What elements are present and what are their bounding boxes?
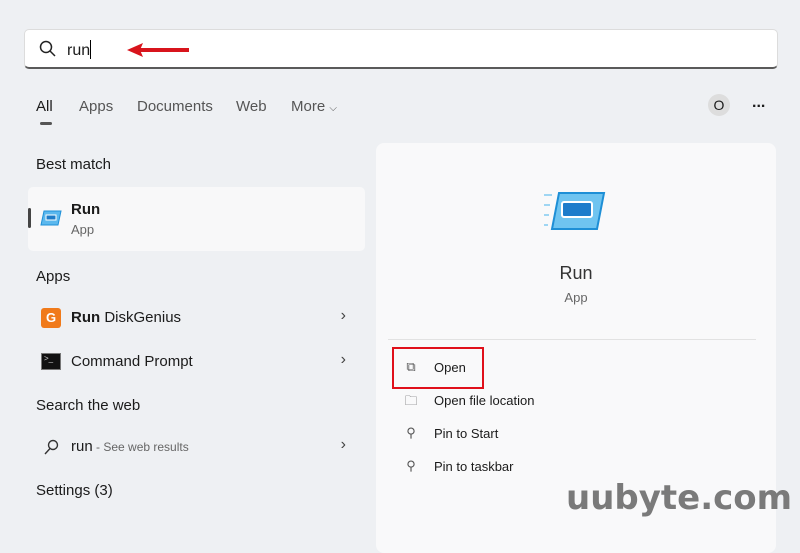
- search-web-heading: Search the web: [36, 397, 141, 414]
- search-icon: [39, 40, 56, 57]
- chevron-right-icon[interactable]: ›: [341, 307, 346, 325]
- search-input[interactable]: run: [67, 40, 92, 60]
- best-match-run[interactable]: Run App: [28, 187, 365, 251]
- tab-all[interactable]: All: [36, 98, 53, 115]
- list-item-run-diskgenius[interactable]: G Run DiskGenius ›: [28, 300, 358, 336]
- selection-indicator: [28, 208, 31, 228]
- best-match-title: Run: [71, 201, 101, 218]
- command-prompt-icon: >_: [41, 353, 61, 370]
- watermark: uubyte.com: [566, 478, 793, 518]
- web-suffix: - See web results: [92, 440, 189, 454]
- search-value: run: [67, 42, 91, 59]
- detail-title: Run: [559, 263, 593, 283]
- tab-apps[interactable]: Apps: [79, 98, 113, 115]
- search-icon: [44, 439, 59, 455]
- tab-more[interactable]: More ⌵: [291, 98, 337, 115]
- avatar[interactable]: O: [708, 94, 730, 116]
- best-match-heading: Best match: [36, 156, 112, 173]
- red-arrow-annotation: [127, 43, 189, 57]
- web-query: run: [71, 438, 93, 455]
- web-result-item[interactable]: run - See web results ›: [28, 429, 358, 465]
- open-external-icon: ⧉: [406, 359, 416, 374]
- detail-subtitle: App: [564, 290, 588, 305]
- chevron-down-icon: ⌵: [329, 103, 337, 114]
- folder-icon: 🗀: [404, 393, 418, 408]
- run-app-icon: [40, 210, 62, 226]
- item-bold: Run: [71, 309, 101, 326]
- list-item-command-prompt[interactable]: >_ Command Prompt ›: [28, 344, 358, 380]
- action-label: Pin to Start: [434, 426, 499, 441]
- action-label: Open: [434, 360, 466, 375]
- settings-heading: Settings (3): [36, 482, 113, 499]
- chevron-right-icon[interactable]: ›: [341, 351, 346, 369]
- active-tab-indicator: [40, 122, 52, 125]
- more-options-button[interactable]: ...: [752, 94, 765, 112]
- pin-icon: ⚲: [406, 458, 416, 473]
- item-text: DiskGenius: [100, 309, 182, 326]
- tab-documents[interactable]: Documents: [137, 98, 213, 115]
- divider: [388, 339, 756, 340]
- apps-heading: Apps: [36, 268, 71, 285]
- action-label: Open file location: [434, 393, 535, 408]
- chevron-right-icon[interactable]: ›: [341, 436, 346, 454]
- best-match-subtitle: App: [71, 222, 95, 237]
- run-app-icon-large: [544, 192, 606, 230]
- tab-more-label: More: [291, 98, 326, 115]
- pin-icon: ⚲: [406, 425, 416, 440]
- action-label: Pin to taskbar: [434, 459, 514, 474]
- item-text: Command Prompt: [71, 353, 193, 370]
- tab-web[interactable]: Web: [236, 98, 267, 115]
- diskgenius-icon: G: [41, 308, 61, 328]
